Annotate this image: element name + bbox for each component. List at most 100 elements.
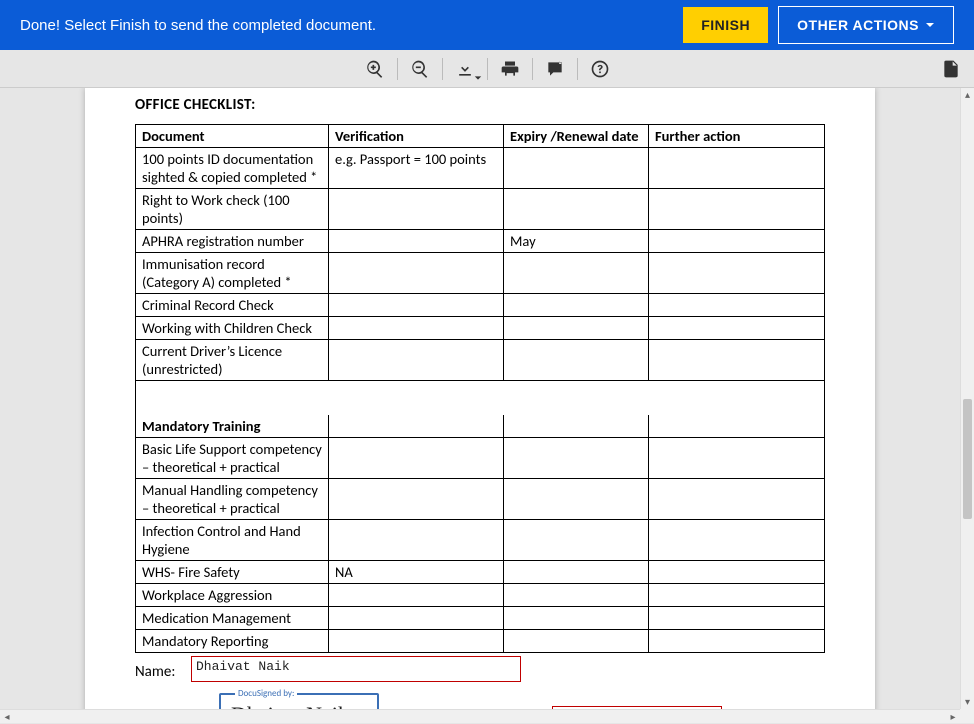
table-cell: May xyxy=(504,230,649,253)
table-cell: Right to Work check (100 points) xyxy=(136,189,329,230)
signature-script: Dhaivat Naik xyxy=(231,702,349,710)
table-cell: Criminal Record Check xyxy=(136,294,329,317)
help-button[interactable] xyxy=(580,50,620,88)
download-button[interactable] xyxy=(445,50,485,88)
table-cell xyxy=(329,189,504,230)
table-cell: Current Driver’s Licence (unrestricted) xyxy=(136,340,329,381)
table-row: Criminal Record Check xyxy=(136,294,825,317)
table-row: Medication Management xyxy=(136,606,825,629)
toolbar-separator xyxy=(397,58,398,80)
table-cell: APHRA registration number xyxy=(136,230,329,253)
table-cell xyxy=(649,230,825,253)
section-heading: Mandatory Training xyxy=(136,415,329,438)
table-cell: NA xyxy=(329,560,504,583)
table-cell: Infection Control and Hand Hygiene xyxy=(136,519,329,560)
scroll-right-arrow[interactable]: ▸ xyxy=(946,710,960,724)
table-cell: 100 points ID documentation sighted & co… xyxy=(136,148,329,189)
table-cell xyxy=(649,478,825,519)
zoom-out-button[interactable] xyxy=(400,50,440,88)
table-cell xyxy=(504,519,649,560)
table-cell xyxy=(329,340,504,381)
zoom-in-button[interactable] xyxy=(355,50,395,88)
toolbar-separator xyxy=(487,58,488,80)
table-cell xyxy=(649,583,825,606)
other-actions-label: OTHER ACTIONS xyxy=(797,17,919,33)
scroll-left-arrow[interactable]: ◂ xyxy=(0,710,14,724)
table-cell xyxy=(329,317,504,340)
table-cell xyxy=(329,437,504,478)
table-cell: Immunisation record (Category A) complet… xyxy=(136,253,329,294)
col-header-expiry: Expiry /Renewal date xyxy=(504,125,649,148)
scroll-up-arrow[interactable]: ▴ xyxy=(961,88,974,102)
scroll-down-arrow[interactable]: ▾ xyxy=(961,695,974,709)
table-cell: Working with Children Check xyxy=(136,317,329,340)
table-cell xyxy=(504,253,649,294)
table-cell xyxy=(649,189,825,230)
table-row: Working with Children Check xyxy=(136,317,825,340)
toolbar-separator xyxy=(532,58,533,80)
documents-icon xyxy=(941,59,961,79)
table-cell: Manual Handling competency – theoretical… xyxy=(136,478,329,519)
banner-message: Done! Select Finish to send the complete… xyxy=(20,17,673,34)
table-cell xyxy=(504,437,649,478)
help-icon xyxy=(590,59,610,79)
table-cell xyxy=(504,148,649,189)
table-cell: e.g. Passport = 100 points xyxy=(329,148,504,189)
col-header-document: Document xyxy=(136,125,329,148)
table-cell xyxy=(649,519,825,560)
table-row: Immunisation record (Category A) complet… xyxy=(136,253,825,294)
toolbar-separator xyxy=(442,58,443,80)
table-spacer xyxy=(136,381,825,415)
table-cell xyxy=(649,148,825,189)
document-viewport: OFFICE CHECKLIST: Document Verification … xyxy=(0,88,960,709)
download-icon xyxy=(455,59,475,79)
col-header-verification: Verification xyxy=(329,125,504,148)
table-cell: Basic Life Support competency – theoreti… xyxy=(136,437,329,478)
table-cell: Mandatory Reporting xyxy=(136,629,329,652)
table-cell xyxy=(329,478,504,519)
checklist-heading: OFFICE CHECKLIST: xyxy=(135,96,825,114)
zoom-in-icon xyxy=(365,59,385,79)
documents-panel-button[interactable] xyxy=(932,50,970,88)
document-toolbar xyxy=(0,50,974,88)
table-cell xyxy=(649,294,825,317)
table-row: WHS- Fire SafetyNA xyxy=(136,560,825,583)
table-cell xyxy=(329,519,504,560)
table-row: Manual Handling competency – theoretical… xyxy=(136,478,825,519)
completion-banner: Done! Select Finish to send the complete… xyxy=(0,0,974,50)
comment-button[interactable] xyxy=(535,50,575,88)
table-cell xyxy=(504,340,649,381)
table-cell xyxy=(504,629,649,652)
other-actions-button[interactable]: OTHER ACTIONS xyxy=(778,6,954,44)
table-cell xyxy=(329,230,504,253)
table-row: Current Driver’s Licence (unrestricted) xyxy=(136,340,825,381)
table-cell: Workplace Aggression xyxy=(136,583,329,606)
table-cell xyxy=(649,317,825,340)
name-field[interactable]: Dhaivat Naik xyxy=(191,656,521,682)
scroll-thumb[interactable] xyxy=(963,399,972,519)
vertical-scrollbar[interactable]: ▴ ▾ xyxy=(960,88,974,709)
table-cell xyxy=(649,560,825,583)
table-cell xyxy=(649,606,825,629)
col-header-action: Further action xyxy=(649,125,825,148)
table-cell xyxy=(504,606,649,629)
table-cell xyxy=(504,583,649,606)
print-button[interactable] xyxy=(490,50,530,88)
comment-icon xyxy=(545,59,565,79)
table-row: Workplace Aggression xyxy=(136,583,825,606)
print-icon xyxy=(500,59,520,79)
table-cell xyxy=(504,560,649,583)
table-row: Infection Control and Hand Hygiene xyxy=(136,519,825,560)
table-cell xyxy=(329,629,504,652)
finish-button[interactable]: FINISH xyxy=(683,7,768,43)
toolbar-separator xyxy=(577,58,578,80)
horizontal-scrollbar[interactable]: ◂ ▸ xyxy=(0,709,960,723)
name-label: Name: xyxy=(135,663,191,683)
signature-field[interactable]: DocuSigned by: Dhaivat Naik 9F38452BAC41… xyxy=(219,693,379,710)
table-row: Mandatory Reporting xyxy=(136,629,825,652)
signature-area: Name: Dhaivat Naik Signature: DocuSigned… xyxy=(135,657,825,710)
table-cell: WHS- Fire Safety xyxy=(136,560,329,583)
table-cell xyxy=(329,253,504,294)
table-cell xyxy=(649,437,825,478)
chevron-down-icon xyxy=(474,74,482,82)
